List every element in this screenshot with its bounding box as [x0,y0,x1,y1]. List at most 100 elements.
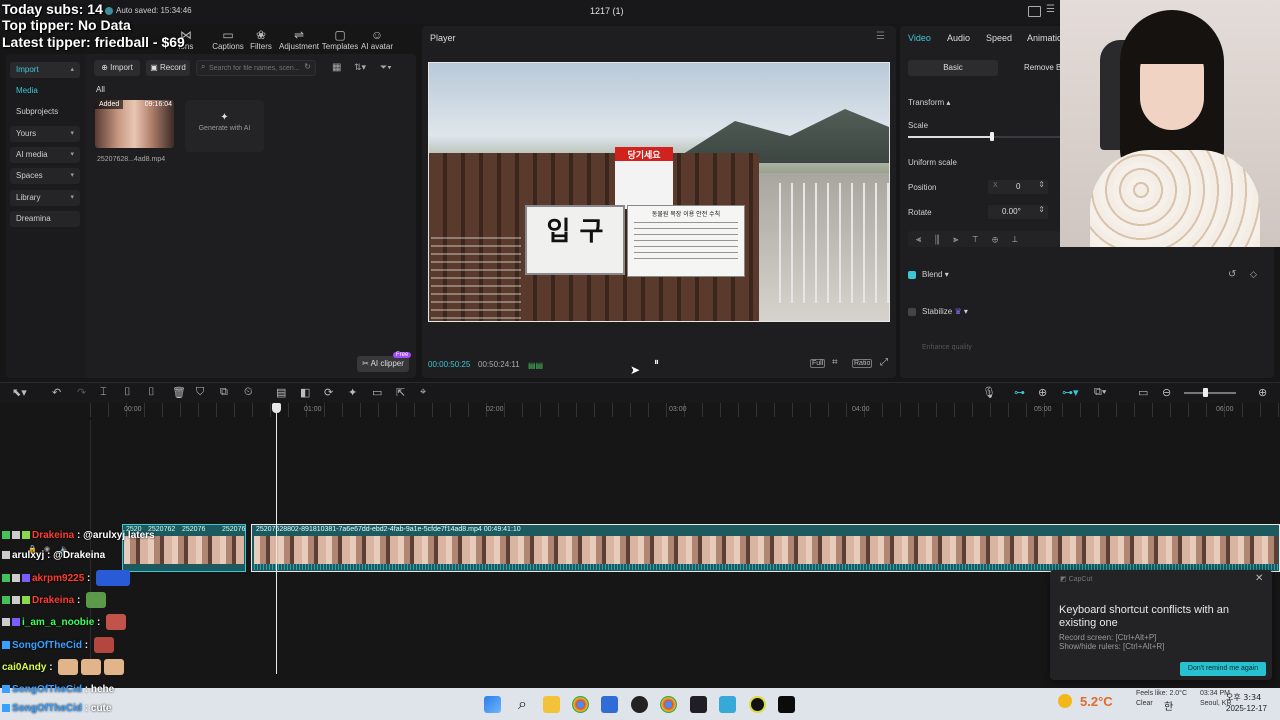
export-frame-icon[interactable]: ⇱ [396,386,405,399]
reset-icon[interactable]: ↺ [1228,269,1236,280]
input-language[interactable]: 한 [1164,698,1173,713]
dont-remind-button[interactable]: Don't remind me again [1180,662,1266,676]
toolbar-ai-avatar[interactable]: ☺ AI avatar [355,28,399,51]
playhead[interactable] [276,404,277,674]
align-bottom-icon[interactable]: ⊥ [1012,234,1032,244]
blend-checkbox[interactable] [908,271,916,279]
caption-icon[interactable]: ▭ [372,386,382,399]
filter-all[interactable]: All [96,85,105,94]
delete-icon[interactable]: 🗑 [172,386,186,399]
stabilize-label[interactable]: Stabilize ♛ ▾ [922,307,968,316]
position-x-field[interactable]: X 0 ⇕ [988,180,1048,194]
left-nav-ai-media[interactable]: AI media ▾ [10,147,80,163]
rotate-icon[interactable]: ⟳ [324,386,333,399]
player-video-frame[interactable]: 당기세요 입 구 동물원 목장 이용 안전 수칙 [428,62,890,322]
redo-icon[interactable]: ↷ [77,386,86,399]
left-nav-spaces[interactable]: Spaces ▾ [10,168,80,184]
left-nav-import[interactable]: Import ▴ [10,62,80,78]
caption-toggle-icon[interactable]: ▭ [1138,386,1148,399]
chrome-icon[interactable] [572,696,589,713]
record-button[interactable]: ▣ Record [146,60,190,76]
fullscreen-icon[interactable]: ⤢ [880,357,888,368]
tab-speed[interactable]: Speed [986,33,1012,43]
align-left-icon[interactable]: ⫷ [916,234,935,244]
split-icon[interactable]: ⌶ [100,386,107,399]
speed-icon[interactable]: ⏲ [244,386,253,399]
pause-button[interactable]: ⏸ [654,357,659,368]
player-menu-icon[interactable]: ☰ [876,31,885,42]
blend-label[interactable]: Blend ▾ [922,270,949,279]
media-clip-thumbnail[interactable]: Added 09:16:04 [95,100,174,148]
obs-icon[interactable] [749,696,766,713]
left-nav-yours[interactable]: Yours ▾ [10,126,80,142]
search-box[interactable]: ⌕ ↻ [196,60,316,76]
select-tool-icon[interactable]: ⬉▾ [12,386,27,399]
shield-icon[interactable]: ⛉ [196,386,204,399]
microphone-icon[interactable]: 🎙 [982,386,996,399]
layout-icon[interactable] [1028,6,1041,17]
sort-icon[interactable]: ⇅▾ [354,62,366,73]
snapshot-icon[interactable]: ⌗ [832,357,838,368]
rotate-field[interactable]: 0.00° ⇕ [988,205,1048,219]
chrome-icon[interactable] [660,696,677,713]
windows-start-icon[interactable] [484,696,501,713]
align-center-icon[interactable]: ⫼ [935,234,953,244]
crop-icon[interactable]: ⧉ [220,386,228,399]
link-icon[interactable]: ⊶ [1014,386,1025,399]
toolbar-adjustment[interactable]: ⇌ Adjustment [277,28,321,51]
app-icon[interactable] [601,696,618,713]
ai-edit-icon[interactable]: ▤ [276,386,286,399]
tab-basic[interactable]: Basic [908,60,998,76]
zoom-out-icon[interactable]: ⊖ [1162,386,1171,399]
tab-video[interactable]: Video [908,33,931,43]
keyframe-icon[interactable]: ◇ [1250,269,1257,280]
transform-label[interactable]: Transform ▴ [908,98,950,107]
ratio-button[interactable]: Ratio [852,359,873,368]
playhead-handle[interactable] [272,403,281,413]
import-button[interactable]: ⊕ Import [94,60,140,76]
download-icon[interactable] [690,696,707,713]
video-red-sign: 당기세요 [615,147,673,209]
search-icon[interactable]: ⌕ [514,696,531,713]
app-icon[interactable] [719,696,736,713]
tracks-icon[interactable]: ⧉▾ [1094,386,1106,399]
stepper-icon[interactable]: ⇕ [1038,205,1045,214]
undo-icon[interactable]: ↶ [52,386,61,399]
zoom-in-icon[interactable]: ⊕ [1258,386,1267,399]
zoom-slider-track[interactable] [1184,392,1236,394]
filter-icon[interactable]: ⏷▾ [380,62,392,73]
align-middle-icon[interactable]: ⊕ [992,234,1012,244]
split-left-icon[interactable]: ⌷ [124,386,131,399]
split-right-icon[interactable]: ⌷ [148,386,155,399]
snap-icon[interactable]: ⊶▾ [1062,386,1079,399]
scale-slider-handle[interactable] [989,132,994,141]
tab-animation[interactable]: Animatio [1027,33,1062,43]
refresh-icon[interactable]: ↻ [304,62,311,71]
stabilize-checkbox[interactable] [908,308,916,316]
left-nav-media[interactable]: Media [10,83,80,99]
align-top-icon[interactable]: ⊤ [972,234,992,244]
clock-time[interactable]: 오후 3:34 [1226,692,1261,703]
tab-audio[interactable]: Audio [947,33,970,43]
magic-icon[interactable]: ✦ [348,386,357,399]
stepper-icon[interactable]: ⇕ [1038,180,1045,189]
left-nav-dreamina[interactable]: Dreamina [10,211,80,227]
left-nav-subprojects[interactable]: Subprojects [10,104,80,120]
ai-clipper-button[interactable]: ✂ AI clipper [357,356,409,372]
mirror-icon[interactable]: ◧ [300,386,310,399]
align-right-icon[interactable]: ⫸ [953,234,972,244]
menu-icon[interactable]: ☰ [1046,4,1055,15]
preview-axis-icon[interactable]: ⊕ [1038,386,1047,399]
grid-view-icon[interactable]: ▦ [332,62,341,73]
generate-with-ai-card[interactable]: ✦ Generate with AI [185,100,264,152]
zoom-slider-handle[interactable] [1203,388,1208,397]
search-input[interactable] [209,62,301,74]
clock-date[interactable]: 2025-12-17 [1226,704,1267,713]
app-icon[interactable] [631,696,648,713]
full-quality-button[interactable]: Full [810,359,826,368]
tracking-icon[interactable]: ⌖ [420,386,426,399]
capcut-icon[interactable] [778,696,795,713]
file-explorer-icon[interactable] [543,696,560,713]
left-nav-library[interactable]: Library ▾ [10,190,80,206]
notification-close-icon[interactable]: ✕ [1255,573,1263,584]
